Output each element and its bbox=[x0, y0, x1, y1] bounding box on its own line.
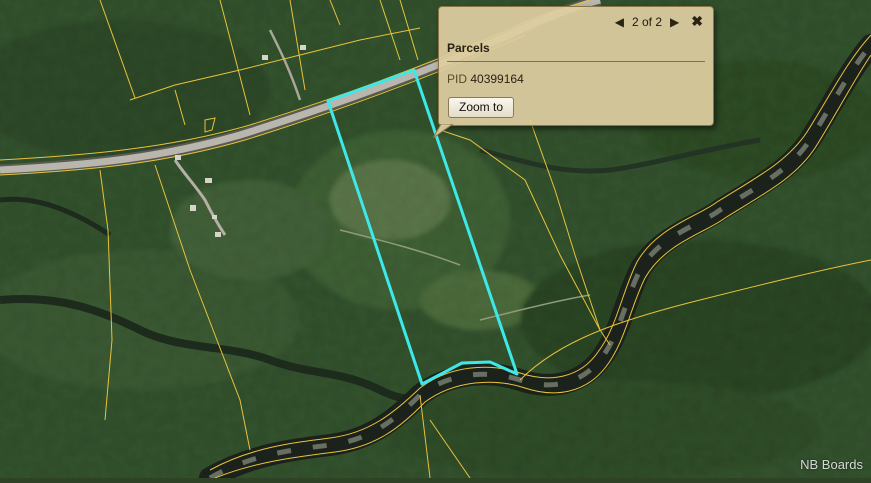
pid-label: PID bbox=[447, 72, 468, 86]
caret-right-icon[interactable]: ▶ bbox=[670, 15, 679, 29]
popup-pointer bbox=[433, 124, 453, 138]
info-popup: ◀ 2 of 2 ▶ ✖ Parcels PID 40399164 Zoom t… bbox=[433, 6, 714, 138]
pid-value: 40399164 bbox=[470, 72, 524, 86]
popup-divider bbox=[447, 61, 705, 62]
watermark: NB Boards bbox=[800, 457, 863, 472]
popup-title: Parcels bbox=[447, 41, 490, 55]
popup-pager: ◀ 2 of 2 ▶ ✖ bbox=[615, 13, 703, 30]
pager-text: 2 of 2 bbox=[632, 14, 663, 29]
caret-left-icon[interactable]: ◀ bbox=[615, 15, 624, 29]
map-canvas bbox=[0, 0, 871, 483]
aerial-map[interactable] bbox=[0, 0, 871, 483]
close-icon[interactable]: ✖ bbox=[691, 13, 703, 30]
pid-row: PID 40399164 bbox=[447, 72, 524, 86]
zoom-to-button[interactable]: Zoom to bbox=[448, 97, 515, 118]
